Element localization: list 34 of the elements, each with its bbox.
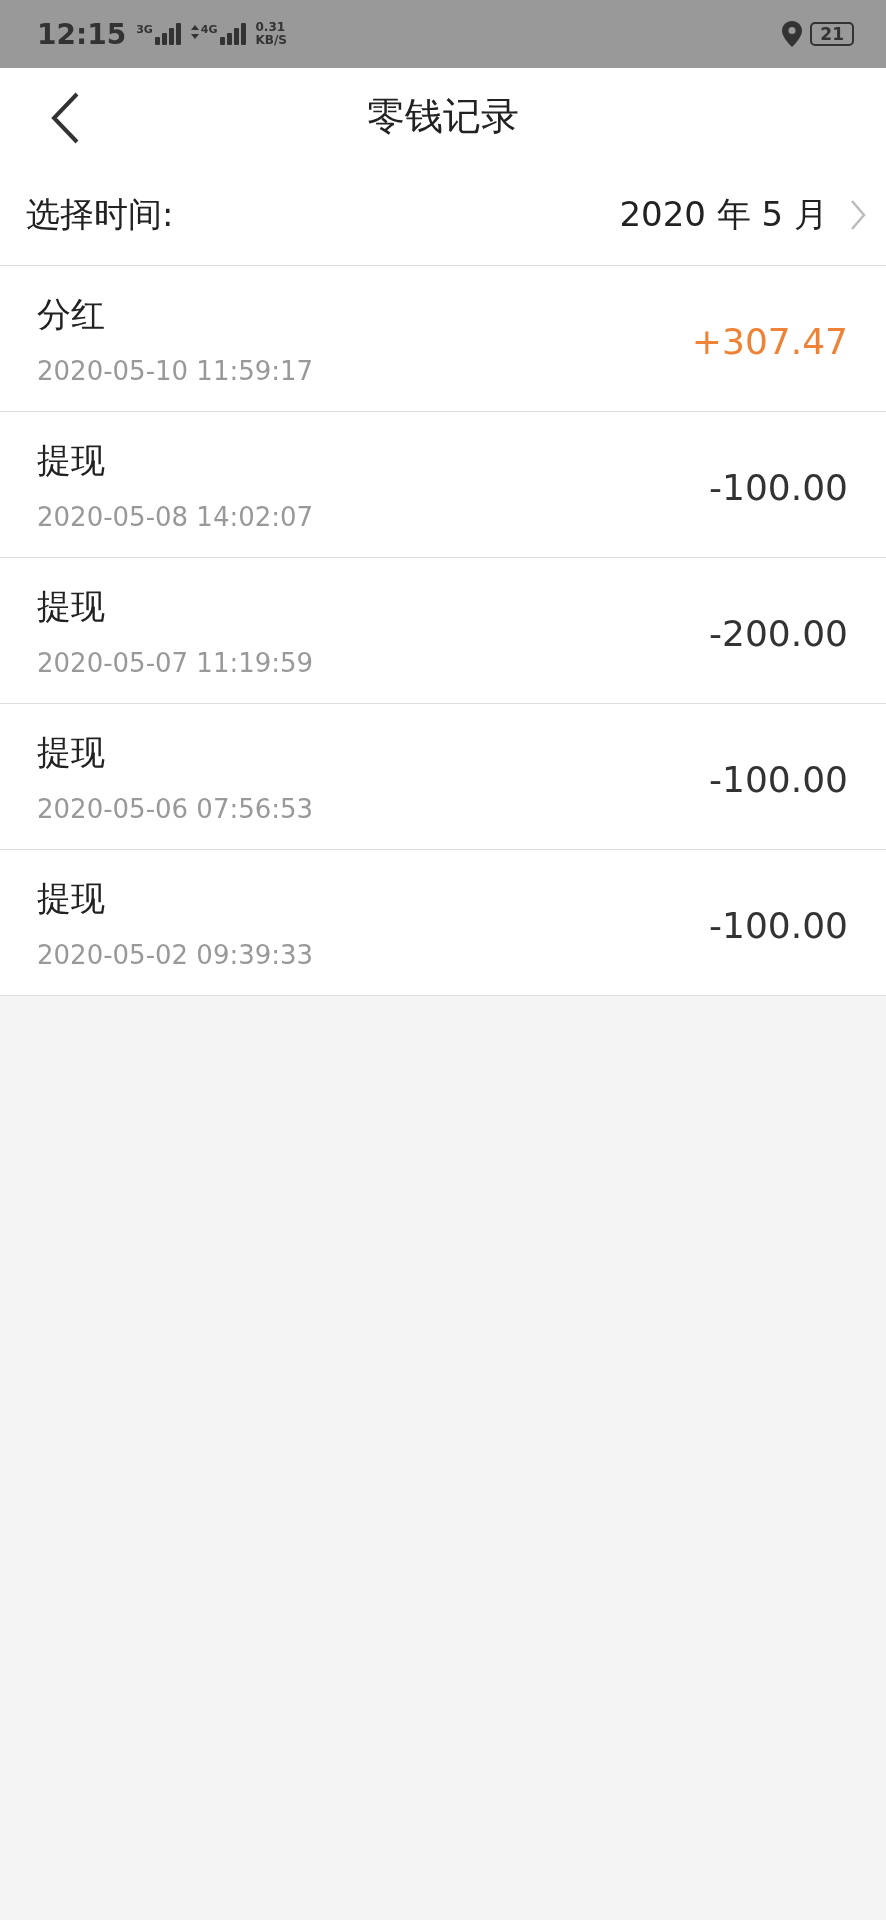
- record-row[interactable]: 提现 2020-05-08 14:02:07 -100.00: [0, 412, 886, 558]
- time-label: 选择时间:: [26, 193, 174, 236]
- record-title: 提现: [37, 730, 106, 774]
- battery-level: 21: [810, 22, 854, 46]
- record-row[interactable]: 提现 2020-05-06 07:56:53 -100.00: [0, 704, 886, 850]
- record-time: 2020-05-06 07:56:53: [37, 793, 315, 824]
- record-amount: -200.00: [709, 613, 848, 654]
- record-amount: +307.47: [691, 321, 848, 362]
- record-row[interactable]: 分红 2020-05-10 11:59:17 +307.47: [0, 266, 886, 412]
- record-title: 分红: [37, 292, 106, 336]
- data-arrows-icon: [190, 25, 199, 39]
- record-title: 提现: [37, 438, 106, 482]
- network-type: 3G: [136, 23, 153, 36]
- record-row[interactable]: 提现 2020-05-07 11:19:59 -200.00: [0, 558, 886, 704]
- network-type: 4G: [200, 23, 218, 36]
- record-amount: -100.00: [709, 467, 848, 508]
- clock-time: 12:15: [37, 17, 127, 51]
- record-time: 2020-05-02 09:39:33: [37, 939, 315, 970]
- month-selector[interactable]: 2020 年 5 月: [619, 192, 828, 238]
- record-time: 2020-05-10 11:59:17: [37, 355, 315, 386]
- record-amount: -100.00: [709, 905, 848, 946]
- record-row[interactable]: 提现 2020-05-02 09:39:33 -100.00: [0, 850, 886, 996]
- record-amount: -100.00: [709, 759, 848, 800]
- page-title: 零钱记录: [367, 93, 519, 140]
- record-time: 2020-05-07 11:19:59: [37, 647, 315, 678]
- record-title: 提现: [37, 876, 106, 920]
- location-icon: [782, 21, 803, 47]
- signal-icon: [154, 23, 181, 45]
- record-time: 2020-05-08 14:02:07: [37, 501, 315, 532]
- record-title: 提现: [37, 584, 106, 628]
- chevron-right-icon: [850, 199, 866, 231]
- network-speed: 0.31: [255, 21, 287, 34]
- signal-icon: [219, 23, 246, 45]
- speed-unit: KB/S: [255, 34, 287, 47]
